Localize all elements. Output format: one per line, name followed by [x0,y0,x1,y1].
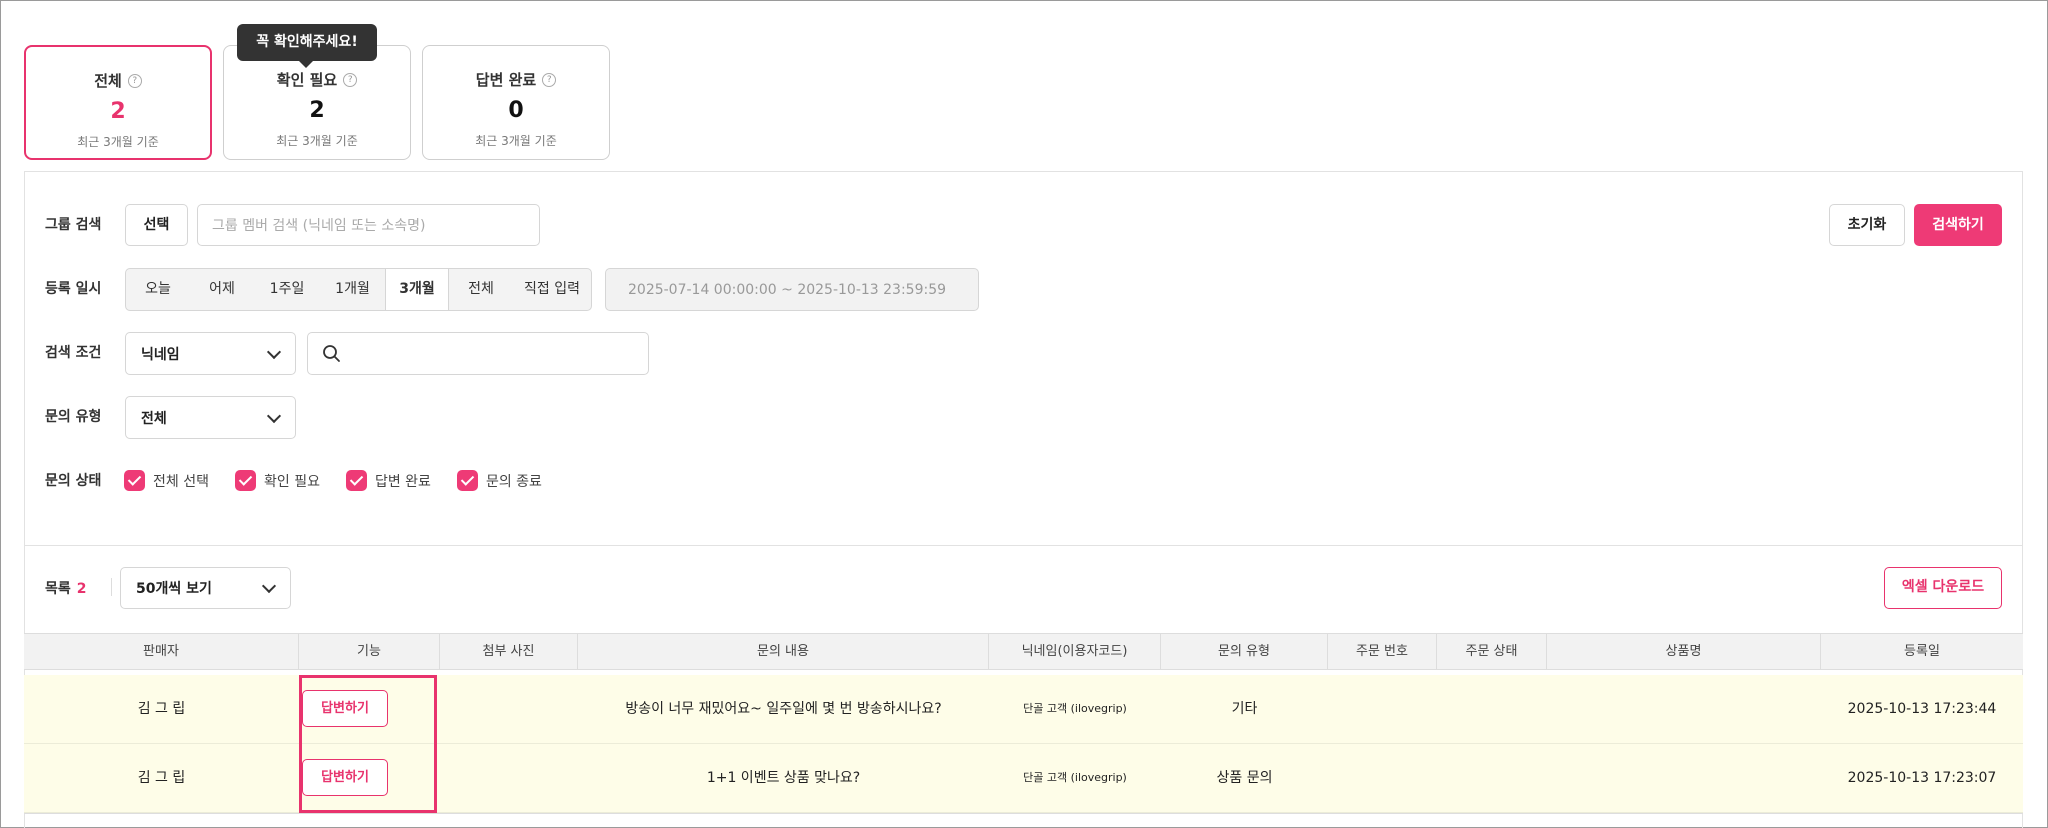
condition-select[interactable]: 닉네임 [125,332,296,375]
condition-label: 검색 조건 [45,345,102,361]
col-product[interactable]: 상품명 [1547,634,1821,669]
cell-content[interactable]: 1+1 이벤트 상품 맞나요? [578,744,989,812]
check-label: 문의 종료 [485,473,542,490]
help-icon[interactable]: ? [343,72,358,87]
stat-title: 답변 완료 [475,71,537,89]
date-range-tabs: 오늘 어제 1주일 1개월 3개월 전체 직접 입력 [125,268,592,311]
stat-card-answered[interactable]: 답변 완료? 0 최근 3개월 기준 [422,45,610,160]
stat-title: 확인 필요 [276,71,338,89]
col-action[interactable]: 기능 [299,634,440,669]
stat-value: 2 [110,99,126,124]
list-separator [111,578,112,596]
cell-type: 기타 [1231,701,1258,717]
status-label: 문의 상태 [45,473,102,489]
help-icon[interactable]: ? [127,73,142,88]
cell-content[interactable]: 방송이 너무 재밌어요~ 일주일에 몇 번 방송하시나요? [578,675,989,743]
stat-value: 0 [508,98,524,123]
list-label: 목록 [45,581,71,597]
stat-card-total[interactable]: 전체? 2 최근 3개월 기준 [24,45,212,160]
stat-sub: 최근 3개월 기준 [475,134,557,148]
stat-title: 전체 [94,72,122,90]
chevron-down-icon [261,578,277,594]
list-count: 2 [76,581,87,597]
type-select[interactable]: 전체 [125,396,296,439]
page-size-select[interactable]: 50개씩 보기 [120,567,291,609]
checkbox-checked-icon[interactable] [234,470,256,491]
group-search-input[interactable]: 그룹 멤버 검색 (닉네임 또는 소속명) [197,204,540,246]
cell-nickname: 단골 고객 (ilovegrip) [1023,771,1127,784]
col-nickname[interactable]: 닉네임(이용자코드) [989,634,1161,669]
checkbox-checked-icon[interactable] [345,470,367,491]
chevron-down-icon [266,408,282,423]
col-content[interactable]: 문의 내용 [578,634,989,669]
date-option-today[interactable]: 오늘 [126,269,190,310]
table-bottom-border [24,813,2023,814]
group-select-button[interactable]: 선택 [125,204,188,246]
excel-download-button[interactable]: 엑셀 다운로드 [1884,567,2002,609]
search-icon [323,344,340,362]
condition-value: 닉네임 [141,346,180,363]
tooltip: 꼭 확인해주세요! [237,24,377,68]
check-label: 확인 필요 [263,473,320,490]
status-check-answered[interactable]: 답변 완료 [345,470,431,491]
page-size-value: 50개씩 보기 [136,581,212,597]
type-value: 전체 [141,410,167,427]
checkbox-checked-icon[interactable] [456,470,478,491]
checkbox-checked-icon[interactable] [124,470,145,491]
col-date[interactable]: 등록일 [1821,634,2023,669]
col-order-status[interactable]: 주문 상태 [1437,634,1547,669]
col-seller[interactable]: 판매자 [24,634,299,669]
table-header: 판매자 기능 첨부 사진 문의 내용 닉네임(이용자코드) 문의 유형 주문 번… [24,633,2023,670]
action-column-highlight [299,675,437,813]
check-label: 답변 완료 [374,473,431,490]
cell-date: 2025-10-13 17:23:44 [1847,701,1997,717]
date-range-input: 2025-07-14 00:00:00 ~ 2025-10-13 23:59:5… [605,268,979,311]
type-label: 문의 유형 [45,409,102,425]
cell-seller: 김 그 립 [137,770,186,786]
list-title: 목록 2 [45,578,87,598]
date-label: 등록 일시 [45,281,102,297]
cell-type: 상품 문의 [1216,770,1273,786]
cell-nickname: 단골 고객 (ilovegrip) [1023,702,1127,715]
col-order-no[interactable]: 주문 번호 [1328,634,1437,669]
cell-seller: 김 그 립 [137,701,186,717]
stat-sub: 최근 3개월 기준 [77,135,159,149]
status-checkbox-group: 전체 선택 확인 필요 답변 완료 문의 종료 [124,470,568,491]
date-option-all[interactable]: 전체 [449,269,513,310]
date-option-3month[interactable]: 3개월 [385,269,449,310]
group-search-label: 그룹 검색 [45,217,102,233]
chevron-down-icon [266,344,282,359]
stat-value: 2 [309,98,325,123]
status-check-closed[interactable]: 문의 종료 [456,470,542,491]
cell-date: 2025-10-13 17:23:07 [1847,770,1997,786]
date-option-yesterday[interactable]: 어제 [190,269,254,310]
col-type[interactable]: 문의 유형 [1161,634,1328,669]
date-option-1week[interactable]: 1주일 [254,269,320,310]
date-option-1month[interactable]: 1개월 [320,269,385,310]
keyword-input[interactable] [307,332,649,375]
stat-card-need-check[interactable]: 확인 필요? 2 최근 3개월 기준 [223,45,411,160]
help-icon[interactable]: ? [542,72,557,87]
reset-button[interactable]: 초기화 [1829,204,1905,246]
section-divider [24,545,2023,546]
status-check-need[interactable]: 확인 필요 [234,470,320,491]
stat-sub: 최근 3개월 기준 [276,134,358,148]
status-check-all[interactable]: 전체 선택 [124,470,209,491]
check-label: 전체 선택 [153,473,209,490]
col-photo[interactable]: 첨부 사진 [440,634,578,669]
search-button[interactable]: 검색하기 [1914,204,2002,246]
date-option-custom[interactable]: 직접 입력 [513,269,591,310]
